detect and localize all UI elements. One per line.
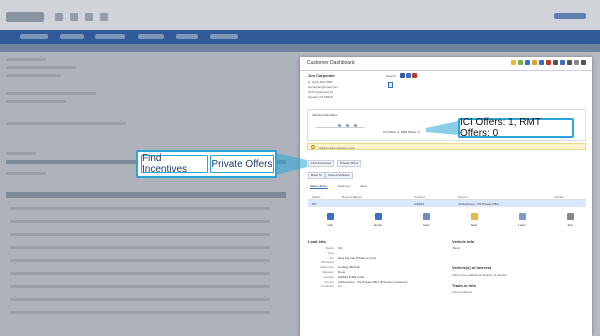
find-incentives-callout-button[interactable]: Find Incentives [141, 153, 208, 175]
offers-callout: ICI Offers: 1, RMT Offers: 0 [458, 117, 574, 139]
callout-connectors [276, 121, 458, 175]
incentives-callout: Find Incentives Private Offers [136, 150, 277, 178]
private-offers-callout-button[interactable]: Private Offers [210, 155, 274, 173]
